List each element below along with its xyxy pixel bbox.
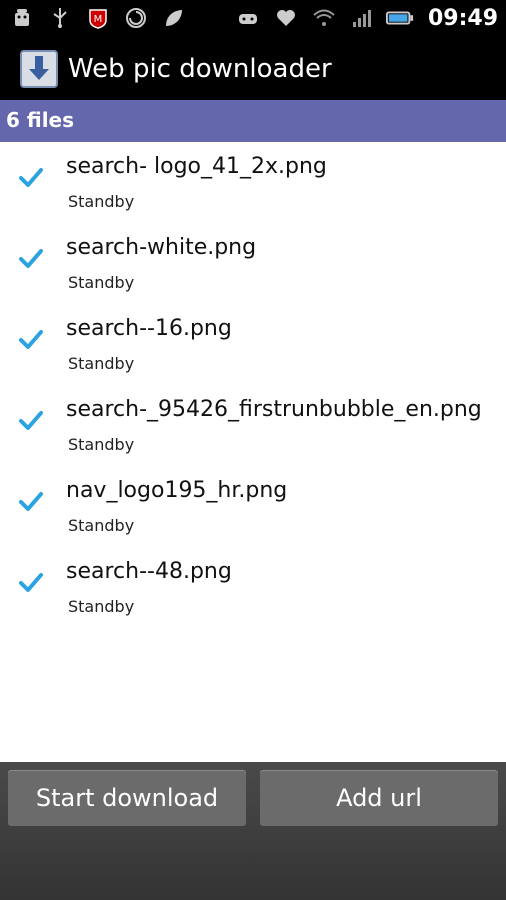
list-item[interactable]: search--16.png Standby <box>0 304 506 385</box>
check-icon[interactable] <box>18 407 44 433</box>
file-status: Standby <box>68 597 135 616</box>
file-status: Standby <box>68 516 135 535</box>
status-bar: M 09:49 <box>0 0 506 38</box>
leaf-icon <box>160 4 188 32</box>
list-header: 6 files <box>0 100 506 142</box>
signal-icon <box>348 4 376 32</box>
gamepad-icon <box>234 4 262 32</box>
check-icon[interactable] <box>18 488 44 514</box>
heart-icon <box>272 4 300 32</box>
check-icon[interactable] <box>18 245 44 271</box>
check-icon[interactable] <box>18 326 44 352</box>
add-url-button[interactable]: Add url <box>260 770 498 826</box>
list-item[interactable]: search-white.png Standby <box>0 223 506 304</box>
start-download-button[interactable]: Start download <box>8 770 246 826</box>
file-status: Standby <box>68 273 135 292</box>
app-title: Web pic downloader <box>68 54 332 84</box>
mcafee-icon: M <box>84 4 112 32</box>
battery-icon <box>385 4 414 32</box>
file-count-label: 6 files <box>6 108 75 132</box>
file-name: nav_logo195_hr.png <box>66 478 288 503</box>
list-item[interactable]: search--48.png Standby <box>0 547 506 628</box>
check-icon[interactable] <box>18 569 44 595</box>
file-status: Standby <box>68 192 135 211</box>
file-name: search--48.png <box>66 559 232 584</box>
app-titlebar: Web pic downloader <box>0 38 506 100</box>
svg-text:M: M <box>94 14 103 25</box>
file-status: Standby <box>68 435 135 454</box>
file-name: search-white.png <box>66 235 257 260</box>
android-debug-icon <box>8 4 36 32</box>
wifi-icon <box>310 4 338 32</box>
list-item[interactable]: search- logo_41_2x.png Standby <box>0 142 506 223</box>
sync-icon <box>122 4 150 32</box>
button-bar: Start download Add url <box>0 762 506 900</box>
usb-icon <box>46 4 74 32</box>
check-icon[interactable] <box>18 164 44 190</box>
file-list[interactable]: search- logo_41_2x.png Standby search-wh… <box>0 142 506 762</box>
file-name: search- logo_41_2x.png <box>66 154 327 179</box>
clock-time: 09:49 <box>427 5 498 31</box>
list-item[interactable]: nav_logo195_hr.png Standby <box>0 466 506 547</box>
file-name: search-_95426_firstrunbubble_en.png <box>66 397 482 422</box>
download-app-icon <box>20 50 58 88</box>
file-name: search--16.png <box>66 316 232 341</box>
list-item[interactable]: search-_95426_firstrunbubble_en.png Stan… <box>0 385 506 466</box>
file-status: Standby <box>68 354 135 373</box>
